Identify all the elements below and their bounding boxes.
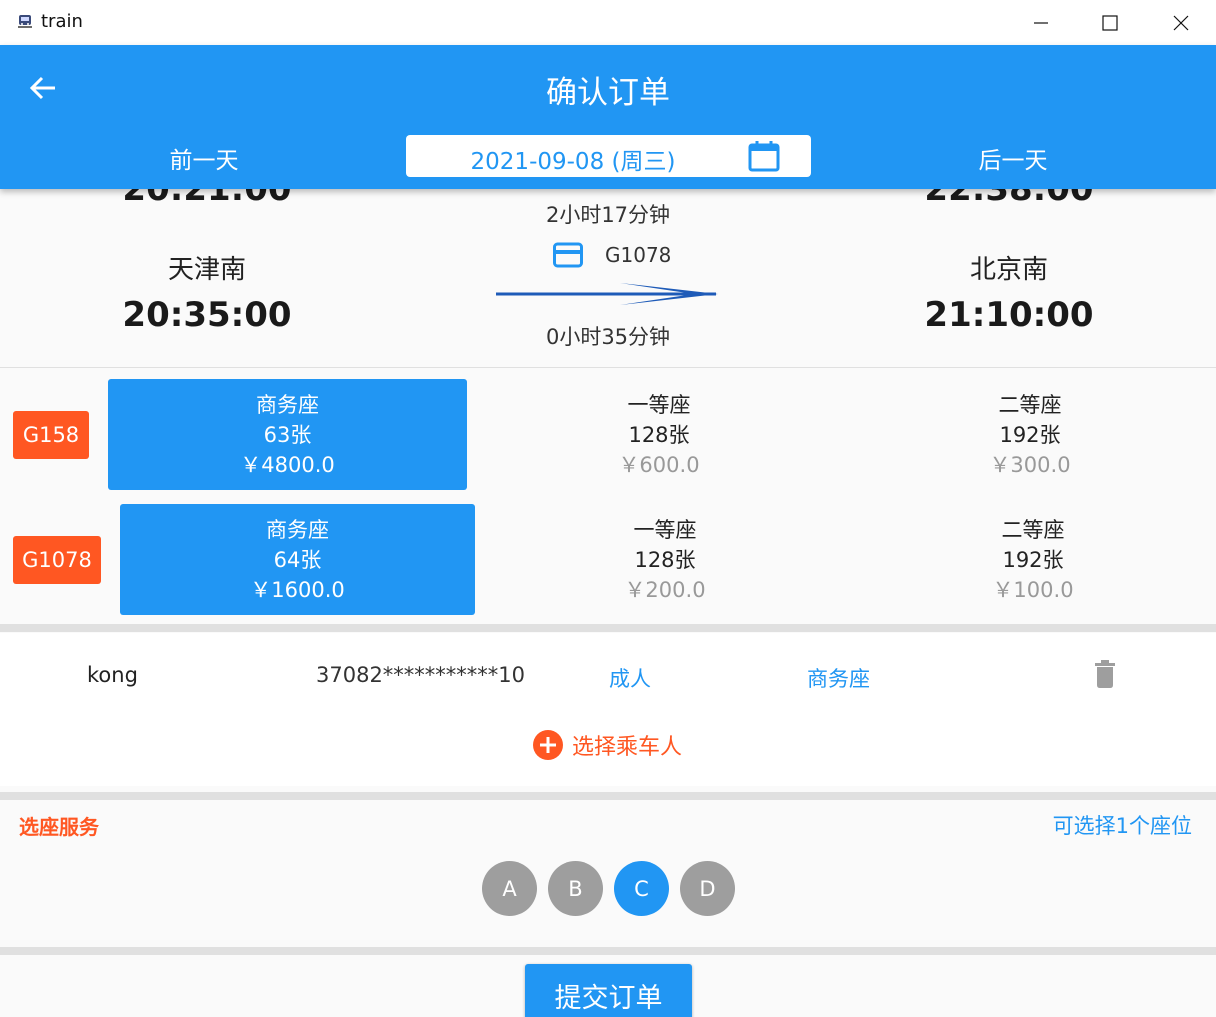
passenger-id: 37082***********10 [316, 663, 526, 687]
seat-price: ￥4800.0 [240, 453, 335, 477]
content-area[interactable]: 20:21:00 22:38:00 2小时17分钟 天津南 北京南 20:35:… [0, 189, 1216, 1017]
seat-option-business[interactable]: 商务座 64张 ￥1600.0 [120, 504, 475, 615]
add-circle-icon [533, 730, 563, 760]
train-option-row: G158 商务座 63张 ￥4800.0 一等座 128张 ￥600.0 二等座… [0, 377, 1216, 492]
seat-count: 63张 [263, 423, 312, 447]
seat-option-second[interactable]: 二等座 192张 ￥300.0 [880, 379, 1180, 490]
window-title: train [41, 11, 83, 32]
train-option-row: G1078 商务座 64张 ￥1600.0 一等座 128张 ￥200.0 二等… [0, 502, 1216, 617]
journey-segment-1: 20:21:00 22:38:00 2小时17分钟 [0, 189, 1216, 239]
train-badge: G1078 [13, 536, 101, 584]
calendar-icon[interactable] [747, 139, 781, 173]
submit-order-button[interactable]: 提交订单 [525, 964, 692, 1017]
seat-b-button[interactable]: B [548, 861, 603, 916]
from-station: 天津南 [167, 255, 246, 285]
close-icon [1173, 15, 1189, 30]
select-passenger-label: 选择乘车人 [572, 735, 683, 760]
seat-option-first[interactable]: 一等座 128张 ￥600.0 [509, 379, 809, 490]
select-passenger-button[interactable]: 选择乘车人 [533, 729, 682, 761]
duration-text: 0小时35分钟 [545, 325, 671, 349]
seat-service-hint: 可选择1个座位 [1052, 814, 1192, 838]
train-number-row: G1078 [553, 242, 671, 268]
passenger-panel: kong 37082***********10 成人 商务座 选择乘车人 [0, 633, 1216, 786]
seat-price: ￥1600.0 [250, 578, 345, 602]
seat-name: 二等座 [1001, 518, 1065, 542]
seat-count: 128张 [628, 423, 690, 447]
seat-option-business[interactable]: 商务座 63张 ￥4800.0 [108, 379, 467, 490]
seat-price: ￥100.0 [992, 578, 1074, 602]
seat-d-button[interactable]: D [680, 861, 735, 916]
app-bar: 确认订单 前一天 2021-09-08 (周三) 后一天 [0, 45, 1216, 189]
prev-day-button[interactable]: 前一天 [104, 141, 304, 175]
seat-name: 商务座 [256, 393, 319, 417]
seat-price: ￥600.0 [618, 453, 700, 477]
seat-service-title: 选座服务 [19, 815, 99, 839]
app-icon [18, 15, 32, 28]
maximize-icon [1102, 14, 1118, 31]
seat-service-panel: 选座服务 可选择1个座位 A B C D [0, 801, 1216, 946]
minimize-icon [1034, 21, 1048, 24]
direction-arrow-icon [496, 283, 718, 305]
train-number: G1078 [605, 243, 672, 267]
duration-text: 2小时17分钟 [545, 203, 671, 227]
depart-time: 20:21:00 [122, 189, 292, 209]
seat-count: 64张 [273, 548, 322, 572]
seat-price: ￥200.0 [624, 578, 706, 602]
seat-a-button[interactable]: A [482, 861, 537, 916]
seat-name: 一等座 [633, 518, 697, 542]
seat-name: 商务座 [266, 518, 329, 542]
passenger-seat-class[interactable]: 商务座 [807, 663, 870, 693]
section-divider [0, 624, 1216, 632]
date-text: 2021-09-08 (周三) [470, 149, 676, 175]
window-titlebar: train [0, 0, 1216, 45]
to-station: 北京南 [969, 255, 1048, 285]
seat-price: ￥300.0 [989, 453, 1071, 477]
maximize-button[interactable] [1075, 0, 1145, 45]
section-divider [0, 947, 1216, 955]
divider [0, 367, 1216, 368]
arrive-time: 21:10:00 [924, 295, 1094, 335]
close-button[interactable] [1146, 0, 1216, 45]
seat-option-second[interactable]: 二等座 192张 ￥100.0 [883, 504, 1183, 615]
seat-count: 128张 [634, 548, 696, 572]
seat-name: 一等座 [627, 393, 691, 417]
date-picker[interactable]: 2021-09-08 (周三) [406, 135, 811, 177]
credit-card-icon [553, 242, 583, 268]
seat-c-button[interactable]: C [614, 861, 669, 916]
seat-option-first[interactable]: 一等座 128张 ￥200.0 [515, 504, 815, 615]
seat-name: 二等座 [998, 393, 1062, 417]
page-title: 确认订单 [546, 75, 670, 111]
passenger-type[interactable]: 成人 [609, 663, 651, 693]
passenger-name: kong [87, 663, 138, 687]
next-day-button[interactable]: 后一天 [913, 141, 1113, 175]
train-badge: G158 [13, 411, 89, 459]
seat-count: 192张 [999, 423, 1061, 447]
depart-time: 20:35:00 [122, 295, 292, 335]
journey-segment-2: 天津南 北京南 20:35:00 21:10:00 G1078 0小时35分钟 [0, 239, 1216, 367]
arrive-time: 22:38:00 [924, 189, 1094, 209]
minimize-button[interactable] [1006, 0, 1076, 45]
trash-icon[interactable] [1093, 659, 1117, 689]
section-divider [0, 792, 1216, 800]
seat-count: 192张 [1002, 548, 1064, 572]
